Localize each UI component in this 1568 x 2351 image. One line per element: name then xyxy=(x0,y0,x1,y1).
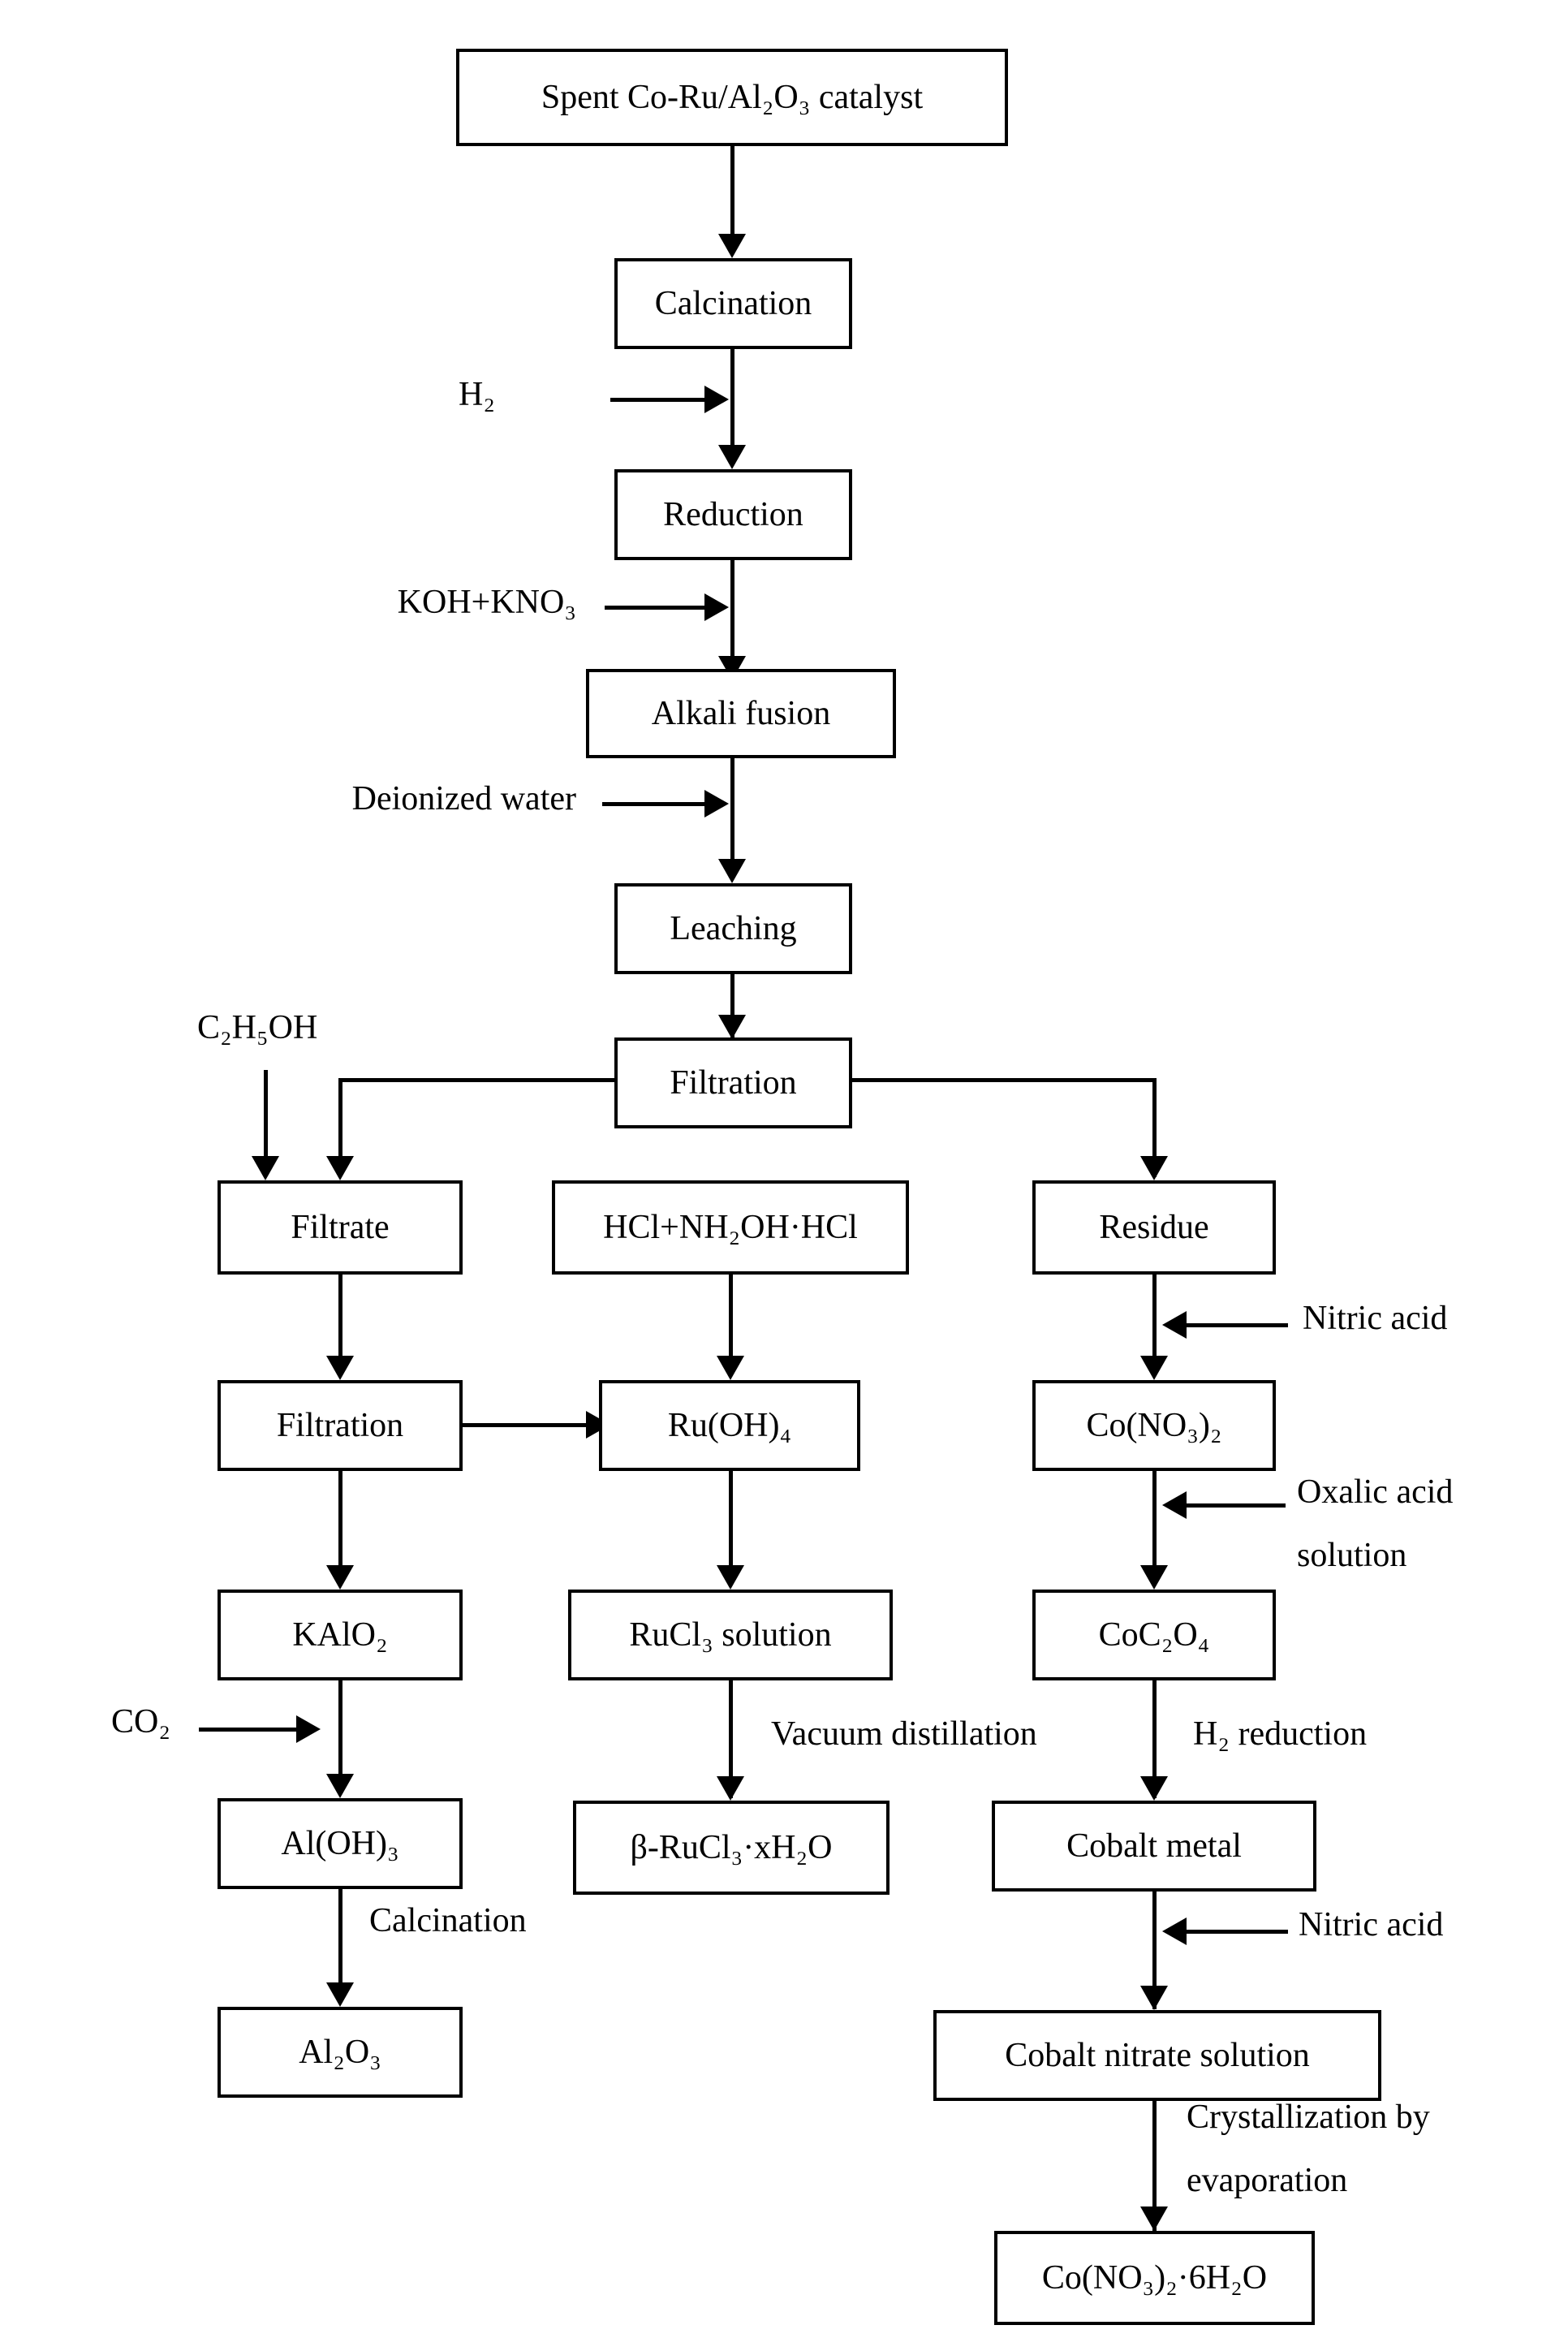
node-filtrate: Filtrate xyxy=(218,1180,463,1275)
connector-calcination-to-reduction xyxy=(730,349,734,455)
arrowhead-ruoh4-to-rucl3 xyxy=(717,1565,744,1590)
reagent-nitric-acid-2-arrowhead xyxy=(1162,1917,1187,1945)
node-filtration-main: Filtration xyxy=(614,1037,852,1128)
node-filtrate-label: Filtrate xyxy=(291,1208,390,1246)
reagent-oxalic-acid-line2: solution xyxy=(1297,1537,1407,1574)
arrowhead-filtration-to-filtrate xyxy=(326,1156,354,1180)
node-aloh3-label: Al(OH)₃ xyxy=(281,1824,399,1862)
node-aloh3: Al(OH)₃ xyxy=(218,1798,463,1889)
arrowhead-alkali-fusion-to-leaching xyxy=(718,859,746,883)
reagent-h2-line xyxy=(610,398,706,402)
node-residue: Residue xyxy=(1032,1180,1276,1275)
node-cono32-6h2o-label: Co(NO₃)₂·6H₂O xyxy=(1041,2258,1268,2297)
step-label-crystallization-line1: Crystallization by xyxy=(1187,2099,1430,2136)
node-beta-rucl3-xh2o-label: β-RuCl₃·xH₂O xyxy=(630,1828,833,1866)
reagent-h2-label: H₂ xyxy=(459,376,495,413)
node-alkali-fusion-label: Alkali fusion xyxy=(651,694,831,732)
node-cobalt-metal-label: Cobalt metal xyxy=(1066,1827,1242,1865)
node-al2o3-label: Al₂O₃ xyxy=(299,2033,381,2071)
reagent-nitric-acid-1-line xyxy=(1187,1323,1288,1327)
step-label-vacuum-distillation: Vacuum distillation xyxy=(771,1715,1037,1753)
arrowhead-filtration-second-to-kalo2 xyxy=(326,1565,354,1590)
node-cobalt-metal: Cobalt metal xyxy=(992,1801,1316,1892)
node-beta-rucl3-xh2o: β-RuCl₃·xH₂O xyxy=(573,1801,890,1895)
reagent-h2-arrowhead xyxy=(704,386,729,413)
node-cobalt-nitrate-solution: Cobalt nitrate solution xyxy=(933,2010,1381,2101)
node-rucl3-solution-label: RuCl₃ solution xyxy=(629,1616,832,1654)
reagent-c2h5oh-label: C₂H₅OH xyxy=(197,1009,318,1046)
node-ruoh4: Ru(OH)₄ xyxy=(599,1380,860,1471)
connector-filtration-to-filtrate-horizontal xyxy=(338,1078,618,1082)
node-calcination-label: Calcination xyxy=(654,284,812,322)
node-kalo2: KAlO₂ xyxy=(218,1590,463,1680)
arrowhead-leaching-to-filtration xyxy=(718,1015,746,1039)
node-cono32-label: Co(NO₃)₂ xyxy=(1086,1406,1222,1444)
connector-filtration-second-to-ruoh4 xyxy=(459,1423,588,1427)
node-filtration-main-label: Filtration xyxy=(670,1063,797,1102)
connector-alkali-fusion-to-leaching xyxy=(730,758,734,868)
arrowhead-aloh3-to-al2o3 xyxy=(326,1982,354,2007)
reagent-co2-label: CO₂ xyxy=(111,1703,170,1741)
node-filtration-second-label: Filtration xyxy=(276,1406,404,1444)
reagent-nitric-acid-2-label: Nitric acid xyxy=(1299,1906,1444,1943)
node-kalo2-label: KAlO₂ xyxy=(292,1616,388,1654)
reagent-koh-kno3-line xyxy=(605,606,706,610)
arrowhead-calcination-to-reduction xyxy=(718,445,746,469)
reagent-nitric-acid-1-arrowhead xyxy=(1162,1311,1187,1339)
arrowhead-kalo2-to-aloh3 xyxy=(326,1774,354,1798)
reagent-oxalic-acid-line1: Oxalic acid xyxy=(1297,1473,1454,1511)
reagent-nitric-acid-2-line xyxy=(1187,1930,1288,1934)
reagent-oxalic-acid-arrowhead xyxy=(1162,1491,1187,1519)
node-filtration-second: Filtration xyxy=(218,1380,463,1471)
arrowhead-residue-to-cono32 xyxy=(1140,1356,1168,1380)
node-calcination: Calcination xyxy=(614,258,852,349)
reagent-koh-kno3-arrowhead xyxy=(704,593,729,621)
reagent-co2-arrowhead xyxy=(296,1715,321,1743)
node-cono32: Co(NO₃)₂ xyxy=(1032,1380,1276,1471)
node-spent-catalyst-label: Spent Co-Ru/Al₂O₃ catalyst xyxy=(541,78,924,116)
node-reduction: Reduction xyxy=(614,469,852,560)
reagent-oxalic-acid-line xyxy=(1187,1503,1286,1508)
flowchart-canvas: Spent Co-Ru/Al₂O₃ catalyst Calcination H… xyxy=(0,0,1568,2351)
node-leaching-label: Leaching xyxy=(670,909,797,947)
step-label-crystallization-line2: evaporation xyxy=(1187,2162,1348,2199)
node-leaching: Leaching xyxy=(614,883,852,974)
node-cocr2o4-label: CoC₂O₄ xyxy=(1098,1616,1210,1654)
node-al2o3: Al₂O₃ xyxy=(218,2007,463,2098)
arrowhead-spent-to-calcination xyxy=(718,234,746,258)
connector-filtration-to-residue-horizontal xyxy=(848,1078,1157,1082)
arrowhead-filtration-to-residue xyxy=(1140,1156,1168,1180)
reagent-nitric-acid-1-label: Nitric acid xyxy=(1303,1300,1448,1337)
arrowhead-rucl3-to-beta-rucl3 xyxy=(717,1776,744,1801)
arrowhead-nitrate-solution-to-hexahydrate xyxy=(1140,2206,1168,2231)
node-cobalt-nitrate-solution-label: Cobalt nitrate solution xyxy=(1005,2036,1310,2074)
node-rucl3-solution: RuCl₃ solution xyxy=(568,1590,893,1680)
connector-spent-to-calcination xyxy=(730,146,734,244)
node-reduction-label: Reduction xyxy=(663,495,803,533)
step-label-h2-reduction: H₂ reduction xyxy=(1193,1715,1368,1753)
node-spent-catalyst: Spent Co-Ru/Al₂O₃ catalyst xyxy=(456,49,1008,146)
arrowhead-cono32-to-cocr2o4 xyxy=(1140,1565,1168,1590)
arrowhead-cocr2o4-to-cobalt-metal xyxy=(1140,1776,1168,1801)
arrowhead-cobalt-metal-to-nitrate-solution xyxy=(1140,1986,1168,2010)
connector-reduction-to-alkali-fusion xyxy=(730,560,734,666)
node-cocr2o4: CoC₂O₄ xyxy=(1032,1590,1276,1680)
reagent-deionized-water-arrowhead xyxy=(704,790,729,817)
node-hcl-nh2oh-hcl-label: HCl+NH₂OH·HCl xyxy=(603,1208,858,1246)
node-cono32-6h2o: Co(NO₃)₂·6H₂O xyxy=(994,2231,1315,2325)
reagent-koh-kno3-label: KOH+KNO₃ xyxy=(397,584,576,621)
node-ruoh4-label: Ru(OH)₄ xyxy=(667,1406,792,1444)
node-hcl-nh2oh-hcl: HCl+NH₂OH·HCl xyxy=(552,1180,909,1275)
reagent-deionized-water-line xyxy=(602,802,706,806)
reagent-deionized-water-label: Deionized water xyxy=(351,780,576,817)
reagent-co2-line xyxy=(199,1728,298,1732)
arrowhead-hcl-to-ruoh4 xyxy=(717,1356,744,1380)
step-label-calcination: Calcination xyxy=(369,1902,527,1939)
arrowhead-filtrate-to-filtration-second xyxy=(326,1356,354,1380)
reagent-c2h5oh-arrowhead xyxy=(252,1156,279,1180)
node-residue-label: Residue xyxy=(1099,1208,1209,1246)
node-alkali-fusion: Alkali fusion xyxy=(586,669,896,758)
